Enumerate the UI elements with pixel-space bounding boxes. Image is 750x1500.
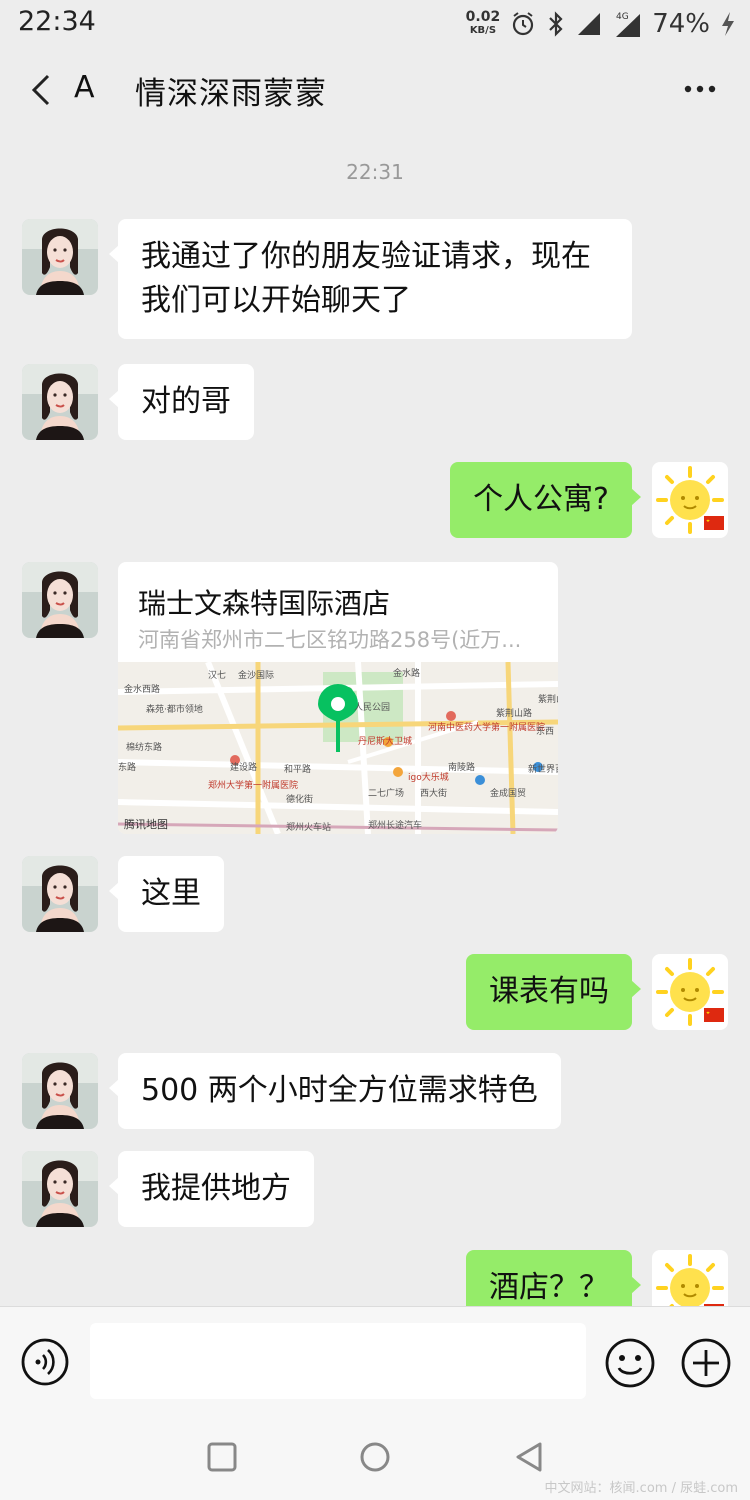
contact-avatar[interactable] — [22, 856, 98, 932]
map-label: 二七广场 — [368, 789, 405, 799]
map-image — [118, 660, 558, 834]
more-dots-icon[interactable] — [680, 74, 720, 104]
contact-avatar[interactable] — [22, 562, 98, 638]
svg-text:4G: 4G — [616, 12, 629, 22]
map-label: 金水路 — [393, 669, 421, 679]
incoming-message[interactable]: 对的哥 — [109, 364, 254, 440]
chat-header: A 情深深雨蒙蒙 — [0, 48, 750, 134]
map-label: 森苑·都市领地 — [146, 705, 203, 715]
location-card[interactable]: 瑞士文森特国际酒店 河南省郑州市二七区铭功路258号(近万... 汉七 金沙国际… — [118, 562, 558, 834]
signal-4g-icon: 4G — [616, 12, 641, 37]
map-label: 紫荆山路 — [496, 709, 533, 719]
emoji-smile-icon[interactable] — [604, 1337, 656, 1389]
network-speed-unit: KB/S — [469, 25, 497, 36]
message-input[interactable] — [90, 1323, 586, 1399]
map-label: 东路 — [118, 763, 137, 773]
location-map: 汉七 金沙国际 金水路 金水西路 森苑·都市领地 人民公园 河南中医药大学第一附… — [118, 660, 558, 834]
map-label: 丹尼斯大卫城 — [358, 737, 413, 747]
input-bar — [0, 1306, 750, 1415]
contact-avatar[interactable] — [22, 364, 98, 440]
map-label: 人民公园 — [354, 703, 391, 713]
triangle-back-icon[interactable] — [512, 1440, 546, 1474]
signal-icon — [578, 13, 601, 35]
outgoing-message[interactable]: 课表有吗 — [466, 954, 641, 1030]
bluetooth-icon — [549, 11, 563, 37]
watermark: 中文网站：核闻.com / 尿蛙.com — [544, 1481, 738, 1496]
map-label: 南陵路 — [448, 763, 476, 773]
header-label-a: A — [74, 70, 95, 105]
map-label: 金水西路 — [124, 685, 161, 695]
voice-icon[interactable] — [20, 1337, 70, 1387]
map-label: igo大乐城 — [408, 773, 449, 783]
my-avatar[interactable] — [652, 954, 728, 1030]
contact-avatar[interactable] — [22, 1151, 98, 1227]
map-label: 郑州长途汽车 — [368, 821, 423, 831]
circle-icon[interactable] — [358, 1440, 392, 1474]
map-label: 金成国贸 — [490, 789, 527, 799]
status-time: 22:34 — [18, 6, 96, 37]
map-label: 郑州大学第一附属医院 — [208, 781, 299, 791]
map-label: 东西 — [536, 727, 555, 737]
map-label: 和平路 — [284, 765, 312, 775]
my-avatar[interactable] — [652, 462, 728, 538]
outgoing-message[interactable]: 个人公寓? — [450, 462, 641, 538]
location-address: 河南省郑州市二七区铭功路258号(近万... — [138, 628, 522, 652]
map-label: 河南中医药大学第一附属医院 — [428, 723, 546, 733]
contact-avatar[interactable] — [22, 1053, 98, 1129]
contact-avatar[interactable] — [22, 219, 98, 295]
system-nav-bar: 中文网站：核闻.com / 尿蛙.com — [0, 1414, 750, 1500]
location-name: 瑞士文森特国际酒店 — [138, 587, 391, 620]
map-label: 紫荆山 — [538, 695, 558, 705]
incoming-message[interactable]: 这里 — [109, 856, 224, 932]
charging-icon — [722, 12, 734, 36]
map-label: 德化街 — [286, 795, 314, 805]
incoming-message[interactable]: 我通过了你的朋友验证请求，现在我们可以开始聊天了 — [109, 219, 632, 339]
network-speed: 0.02 KB/S — [466, 10, 501, 38]
map-label: 西大街 — [420, 789, 448, 799]
map-label: 金沙国际 — [238, 671, 275, 681]
network-speed-value: 0.02 — [465, 9, 501, 25]
chat-title: 情深深雨蒙蒙 — [135, 76, 327, 112]
map-label: 汉七 — [208, 671, 227, 681]
battery-level: 74% — [652, 9, 710, 39]
map-label: 建设路 — [230, 763, 258, 773]
status-indicators: 0.02 KB/S 4G 74% — [466, 4, 736, 44]
square-icon[interactable] — [205, 1440, 239, 1474]
map-label: 棉纺东路 — [126, 743, 163, 753]
incoming-message[interactable]: 500 两个小时全方位需求特色 — [109, 1053, 561, 1129]
map-brand: 腾讯地图 — [124, 818, 168, 831]
message-timestamp: 22:31 — [346, 160, 404, 184]
map-label: 新世界百货 — [528, 765, 558, 775]
status-bar: 22:34 0.02 KB/S 4G 74% — [0, 0, 750, 48]
chevron-left-icon[interactable] — [24, 70, 64, 110]
plus-circle-icon[interactable] — [680, 1337, 732, 1389]
alarm-icon — [513, 12, 534, 36]
incoming-message[interactable]: 我提供地方 — [109, 1151, 314, 1227]
map-label: 郑州火车站 — [286, 823, 332, 833]
